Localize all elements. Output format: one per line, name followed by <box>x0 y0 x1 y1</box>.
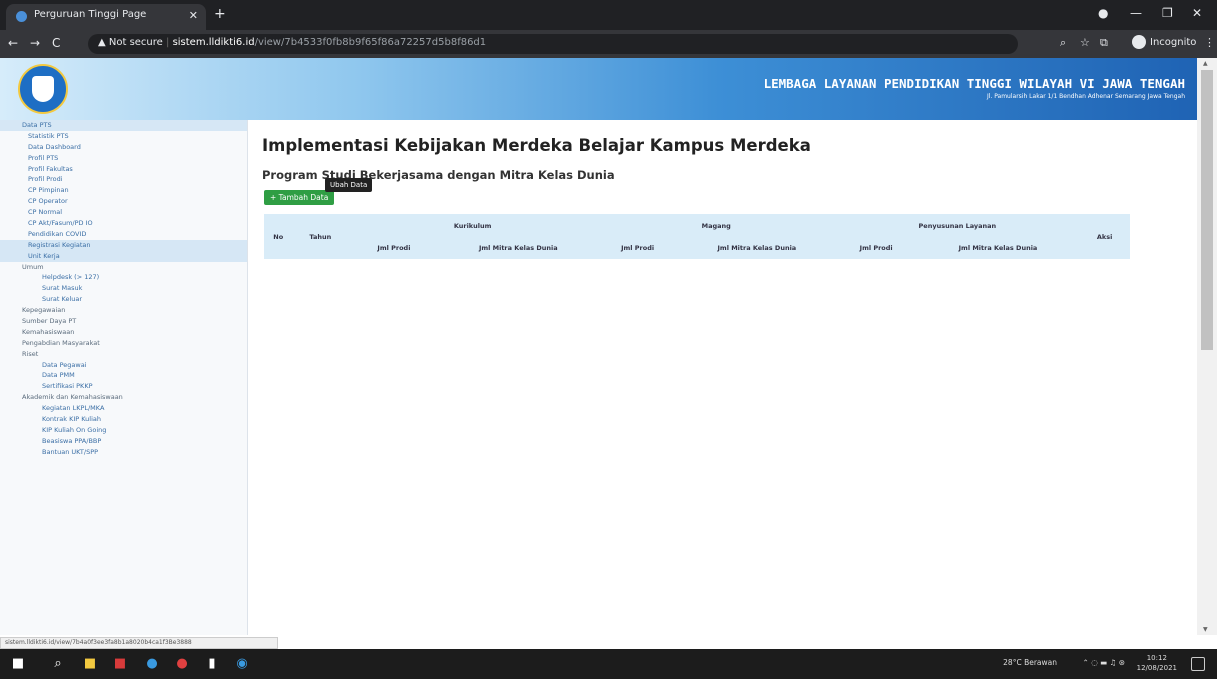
system-tray-icons[interactable]: ⌃ ◌ ▬ ♫ ⊛ <box>1083 658 1125 667</box>
scroll-down-icon[interactable]: ▼ <box>1203 626 1208 633</box>
col-aksi: Aksi <box>1096 232 1113 241</box>
sidebar-item[interactable]: Helpdesk (> 127) <box>0 272 247 283</box>
sidebar-item[interactable]: Pendidikan COVID <box>0 229 247 240</box>
sidebar-item[interactable]: Kontrak KIP Kuliah <box>0 414 247 425</box>
sidebar-item[interactable]: CP Normal <box>0 207 247 218</box>
col-jml-mitra: Jml Mitra Kelas Dunia <box>478 244 558 252</box>
clock-date: 12/08/2021 <box>1136 664 1177 672</box>
sidebar-item[interactable]: Beasiswa PPA/BBP <box>0 436 247 447</box>
profile-dot-icon[interactable]: ● <box>1098 6 1108 20</box>
sidebar-nav: Data PTS Statistik PTS Data Dashboard Profi… <box>0 120 248 635</box>
edit-data-tooltip: Ubah Data <box>325 178 373 192</box>
main-content: Implementasi Kebijakan Merdeka Belajar K… <box>262 120 1197 635</box>
sidebar-item[interactable]: Kegiatan LKPL/MKA <box>0 403 247 414</box>
url-input[interactable]: ▲ Not secure | sistem.lldikti6.id/view/7… <box>88 34 1018 54</box>
sidebar-item[interactable]: Profil Fakultas <box>0 164 247 175</box>
close-window-button[interactable]: ✕ <box>1192 6 1202 20</box>
sidebar-item[interactable]: CP Operator <box>0 196 247 207</box>
opera-browser-icon[interactable]: ● <box>174 656 190 672</box>
link-status-bar: sistem.lldikti6.id/view/7b4a0f3ee3fa8b1a… <box>0 637 278 649</box>
url-host: sistem.lldikti6.id <box>172 37 255 48</box>
scroll-up-icon[interactable]: ▲ <box>1203 60 1208 67</box>
search-icon[interactable]: ⌕ <box>50 656 66 672</box>
clock-time: 10:12 <box>1146 654 1167 662</box>
edge-browser-icon[interactable]: ● <box>144 656 160 672</box>
zoom-icon[interactable]: ⌕ <box>1060 36 1066 50</box>
sidebar-item[interactable]: Surat Keluar <box>0 294 247 305</box>
scrollbar-thumb[interactable] <box>1201 70 1213 350</box>
sidebar-item[interactable]: Data Dashboard <box>0 142 247 153</box>
weather-widget[interactable]: 28°C Berawan <box>1003 658 1057 667</box>
page-title: Implementasi Kebijakan Merdeka Belajar K… <box>262 136 811 155</box>
incognito-indicator[interactable]: Incognito <box>1132 35 1202 53</box>
sidebar-item[interactable]: Sertifikasi PKKP <box>0 381 247 392</box>
col-jml-prodi: Jml Prodi <box>621 244 655 252</box>
sidebar-item[interactable]: CP Akt/Fasum/PD IO <box>0 218 247 229</box>
col-kurikulum: Kurikulum <box>453 221 492 230</box>
col-penyusunan-layanan: Penyusunan Layanan <box>918 221 997 230</box>
incognito-label: Incognito <box>1150 37 1197 48</box>
add-data-button[interactable]: + Tambah Data <box>264 190 335 205</box>
sidebar-item[interactable]: Data Pegawai <box>0 360 247 371</box>
col-tahun: Tahun <box>309 232 332 241</box>
sidebar-item[interactable]: Profil PTS <box>0 153 247 164</box>
new-tab-button[interactable]: + <box>214 6 226 22</box>
col-jml-mitra: Jml Mitra Kelas Dunia <box>958 244 1038 252</box>
sidebar-item[interactable]: Data PTS <box>0 120 247 131</box>
sidebar-item[interactable]: Data PMM <box>0 370 247 381</box>
site-favicon-icon <box>16 11 27 22</box>
address-bar-row: ← → C ▲ Not secure | sistem.lldikti6.id/… <box>0 30 1217 58</box>
page-scrollbar[interactable]: ▲ ▼ <box>1197 58 1217 635</box>
chrome-browser-icon[interactable]: ◉ <box>234 656 250 672</box>
tab-title: Perguruan Tinggi Page <box>34 9 147 20</box>
forward-arrow-icon[interactable]: → <box>30 36 40 50</box>
col-jml-mitra: Jml Mitra Kelas Dunia <box>717 244 797 252</box>
col-jml-prodi: Jml Prodi <box>377 244 411 252</box>
col-magang: Magang <box>701 221 731 230</box>
not-secure-label: ▲ Not secure <box>98 37 163 48</box>
sidebar-item[interactable]: CP Pimpinan <box>0 185 247 196</box>
sidebar-item[interactable]: Umum <box>0 262 247 273</box>
incognito-icon <box>1132 35 1146 49</box>
windows-taskbar: ■ ⌕ ■ ■ ● ● ▮ ◉ 28°C Berawan ⌃ ◌ ▬ ♫ ⊛ 1… <box>0 649 1217 679</box>
sidebar-item[interactable]: KIP Kuliah On Going <box>0 425 247 436</box>
extension-icon[interactable]: ⧉ <box>1100 36 1108 50</box>
data-table: No Tahun Kurikulum Magang Penyusunan Lay… <box>264 214 1130 259</box>
sidebar-item[interactable]: Bantuan UKT/SPP <box>0 447 247 458</box>
sidebar-item[interactable]: Kepegawaian <box>0 305 247 316</box>
sidebar-item[interactable]: Registrasi Kegiatan <box>0 239 247 251</box>
reload-icon[interactable]: C <box>52 36 60 50</box>
minimize-button[interactable]: — <box>1130 6 1142 20</box>
site-header-banner: LEMBAGA LAYANAN PENDIDIKAN TINGGI WILAYA… <box>0 58 1197 120</box>
col-no: No <box>273 232 284 241</box>
bookmark-star-icon[interactable]: ☆ <box>1080 36 1090 49</box>
maximize-button[interactable]: ❐ <box>1162 6 1173 20</box>
taskbar-clock[interactable]: 10:12 12/08/2021 <box>1137 653 1177 673</box>
sidebar-item[interactable]: Profil Prodi <box>0 174 247 185</box>
sidebar-item[interactable]: Surat Masuk <box>0 283 247 294</box>
sidebar-item[interactable]: Sumber Daya PT <box>0 316 247 327</box>
notification-icon[interactable] <box>1191 657 1205 671</box>
sidebar-item[interactable]: Pengabdian Masyarakat <box>0 338 247 349</box>
notepad-icon[interactable]: ▮ <box>204 656 220 672</box>
browser-tab-strip: Perguruan Tinggi Page ✕ + ● — ❐ ✕ <box>0 0 1217 30</box>
institution-title: LEMBAGA LAYANAN PENDIDIKAN TINGGI WILAYA… <box>763 76 1185 91</box>
tab-close-icon[interactable]: ✕ <box>189 9 198 22</box>
tut-wuri-handayani-logo <box>18 64 68 114</box>
page-subtitle: Program Studi Bekerjasama dengan Mitra K… <box>262 168 615 182</box>
url-path: /view/7b4533f0fb8b9f65f86a72257d5b8f86d1 <box>254 37 487 48</box>
sidebar-item[interactable]: Akademik dan Kemahasiswaan <box>0 392 247 403</box>
sidebar-item[interactable]: Statistik PTS <box>0 131 247 142</box>
col-jml-prodi: Jml Prodi <box>859 244 893 252</box>
browser-menu-icon[interactable]: ⋮ <box>1204 36 1215 49</box>
back-arrow-icon[interactable]: ← <box>8 36 18 50</box>
file-explorer-icon[interactable]: ■ <box>82 656 98 672</box>
browser-tab[interactable]: Perguruan Tinggi Page ✕ <box>6 4 206 30</box>
institution-address: Jl. Pamularsih Lakar 1/1 Bendhan Adhenar… <box>986 93 1185 100</box>
sidebar-item[interactable]: Unit Kerja <box>0 250 247 262</box>
sidebar-item[interactable]: Riset <box>0 349 247 360</box>
windows-start-icon[interactable]: ■ <box>10 656 26 672</box>
app-red-icon[interactable]: ■ <box>112 656 128 672</box>
sidebar-item[interactable]: Kemahasiswaan <box>0 327 247 338</box>
